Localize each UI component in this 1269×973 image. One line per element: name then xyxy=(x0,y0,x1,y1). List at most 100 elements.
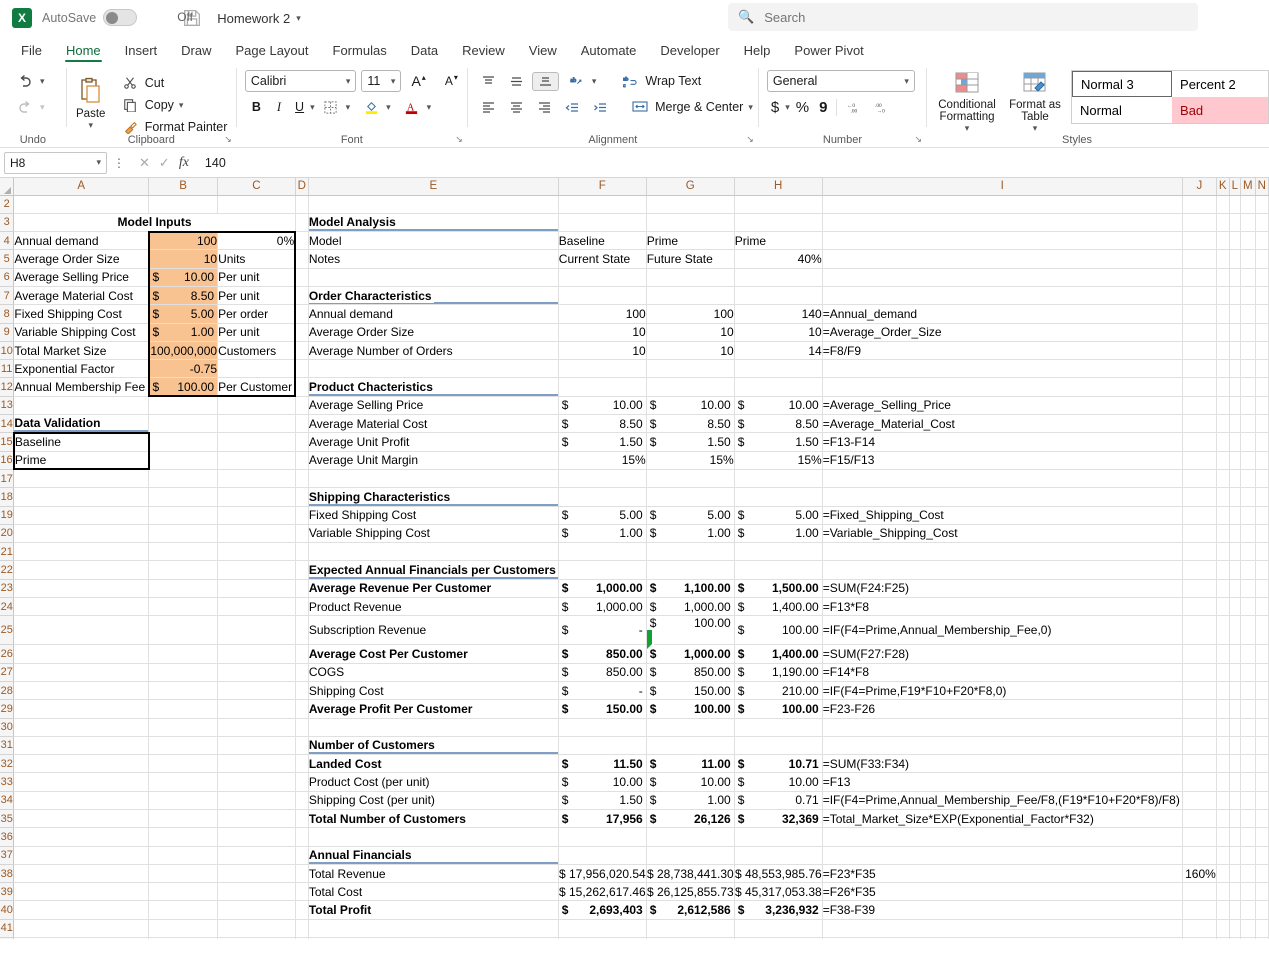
cell-F36[interactable] xyxy=(558,828,646,846)
cell-F41[interactable] xyxy=(558,919,646,937)
decrease-indent-button[interactable] xyxy=(560,99,585,116)
cell-B19[interactable] xyxy=(149,506,218,524)
cell-M36[interactable] xyxy=(1241,828,1256,846)
cell-F40[interactable]: $2,693,403 xyxy=(558,901,646,919)
cell-E27[interactable]: COGS xyxy=(308,663,558,681)
cell-D35[interactable] xyxy=(295,810,308,828)
comma-format-button[interactable]: 9 xyxy=(815,99,831,116)
cell-D20[interactable] xyxy=(295,524,308,542)
cell-D40[interactable] xyxy=(295,901,308,919)
cell-F32[interactable]: $11.50 xyxy=(558,755,646,773)
row-header-7[interactable]: 7 xyxy=(0,286,14,304)
cell-M28[interactable] xyxy=(1241,681,1256,699)
cell-C36[interactable] xyxy=(218,828,296,846)
row-header-6[interactable]: 6 xyxy=(0,268,14,286)
cell-K18[interactable] xyxy=(1216,488,1229,506)
cell-N35[interactable] xyxy=(1255,810,1268,828)
row-header-3[interactable]: 3 xyxy=(0,213,14,231)
cell-B31[interactable] xyxy=(149,736,218,754)
cell-G15[interactable]: $1.50 xyxy=(646,433,734,451)
cell-L19[interactable] xyxy=(1229,506,1241,524)
cell-L14[interactable] xyxy=(1229,415,1241,433)
cell-B13[interactable] xyxy=(149,396,218,414)
cell-E15[interactable]: Average Unit Profit xyxy=(308,433,558,451)
increase-decimal-button[interactable]: ←0.00 xyxy=(842,98,868,116)
cell-K6[interactable] xyxy=(1216,268,1229,286)
cell-C21[interactable] xyxy=(218,543,296,561)
cell-A34[interactable] xyxy=(14,791,149,809)
cell-G21[interactable] xyxy=(646,543,734,561)
cell-style-percent-2[interactable]: Percent 2 xyxy=(1172,71,1268,97)
cell-I37[interactable] xyxy=(822,846,1182,864)
cell-C28[interactable] xyxy=(218,681,296,699)
cell-F4[interactable]: Baseline xyxy=(558,232,646,250)
cell-N3[interactable] xyxy=(1255,213,1268,231)
row-header-5[interactable]: 5 xyxy=(0,250,14,268)
cell-L9[interactable] xyxy=(1229,323,1241,341)
align-top-button[interactable] xyxy=(476,73,501,90)
cell-M5[interactable] xyxy=(1241,250,1256,268)
cell-I13[interactable]: =Average_Selling_Price xyxy=(822,396,1182,414)
cell-C35[interactable] xyxy=(218,810,296,828)
cell-L17[interactable] xyxy=(1229,469,1241,487)
cell-E8[interactable]: Annual demand xyxy=(308,305,558,323)
cell-B18[interactable] xyxy=(149,488,218,506)
cell-B5[interactable]: 10 xyxy=(149,250,218,268)
row-header-9[interactable]: 9 xyxy=(0,323,14,341)
font-family-select[interactable]: Calibri▾ xyxy=(245,70,357,92)
cell-F20[interactable]: $1.00 xyxy=(558,524,646,542)
cell-K30[interactable] xyxy=(1216,718,1229,736)
cell-I20[interactable]: =Variable_Shipping_Cost xyxy=(822,524,1182,542)
cell-F27[interactable]: $850.00 xyxy=(558,663,646,681)
row-header-37[interactable]: 37 xyxy=(0,846,14,864)
merge-center-dropdown-icon[interactable]: ▾ xyxy=(748,102,753,113)
cell-D2[interactable] xyxy=(295,195,308,213)
cell-K34[interactable] xyxy=(1216,791,1229,809)
cell-M24[interactable] xyxy=(1241,598,1256,616)
save-icon[interactable] xyxy=(181,7,203,29)
cell-K22[interactable] xyxy=(1216,561,1229,579)
row-header-26[interactable]: 26 xyxy=(0,645,14,663)
cell-C20[interactable] xyxy=(218,524,296,542)
cell-L13[interactable] xyxy=(1229,396,1241,414)
cell-N7[interactable] xyxy=(1255,286,1268,304)
cell-E10[interactable]: Average Number of Orders xyxy=(308,341,558,359)
cell-C12[interactable]: Per Customer xyxy=(218,378,296,396)
cell-L25[interactable] xyxy=(1229,616,1241,645)
cell-D8[interactable] xyxy=(295,305,308,323)
cell-C29[interactable] xyxy=(218,700,296,718)
cell-C14[interactable] xyxy=(218,415,296,433)
name-box[interactable]: H8 ▾ xyxy=(4,152,107,174)
cell-K19[interactable] xyxy=(1216,506,1229,524)
cell-M39[interactable] xyxy=(1241,883,1256,901)
row-header-25[interactable]: 25 xyxy=(0,616,14,645)
tab-developer[interactable]: Developer xyxy=(649,40,730,64)
cell-L20[interactable] xyxy=(1229,524,1241,542)
column-header-a[interactable]: A xyxy=(14,178,149,195)
cell-J17[interactable] xyxy=(1182,469,1216,487)
column-header-e[interactable]: E xyxy=(308,178,558,195)
cell-D32[interactable] xyxy=(295,755,308,773)
row-header-30[interactable]: 30 xyxy=(0,718,14,736)
cell-L37[interactable] xyxy=(1229,846,1241,864)
cell-I30[interactable] xyxy=(822,718,1182,736)
cell-H39[interactable]: $ 45,317,053.38 xyxy=(734,883,822,901)
conditional-formatting-dropdown-icon[interactable]: ▾ xyxy=(965,123,970,134)
cell-J39[interactable] xyxy=(1182,883,1216,901)
check-icon[interactable]: ✓ xyxy=(159,155,170,171)
cell-F18[interactable] xyxy=(558,488,646,506)
cell-A41[interactable] xyxy=(14,919,149,937)
cell-H7[interactable] xyxy=(734,286,822,304)
cell-B15[interactable] xyxy=(149,433,218,451)
cell-D21[interactable] xyxy=(295,543,308,561)
cell-E14[interactable]: Average Material Cost xyxy=(308,415,558,433)
cell-G6[interactable] xyxy=(646,268,734,286)
cell-N14[interactable] xyxy=(1255,415,1268,433)
cell-N36[interactable] xyxy=(1255,828,1268,846)
cell-D15[interactable] xyxy=(295,433,308,451)
cell-J19[interactable] xyxy=(1182,506,1216,524)
cell-F8[interactable]: 100 xyxy=(558,305,646,323)
cell-J22[interactable] xyxy=(1182,561,1216,579)
cell-E16[interactable]: Average Unit Margin xyxy=(308,451,558,469)
cell-D26[interactable] xyxy=(295,645,308,663)
